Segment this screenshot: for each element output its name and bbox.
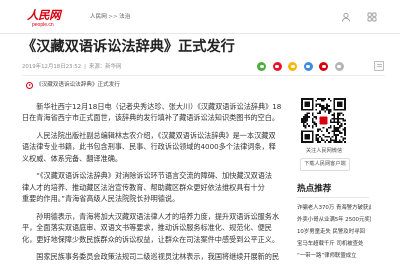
paragraph-line: 平，全面落实双语庭审、双语文书等要求，推动诉讼服务标准化、规范化、便民 <box>22 223 272 232</box>
qzone-icon[interactable] <box>288 62 297 71</box>
qr-finder <box>304 101 310 107</box>
header-divider <box>0 33 400 34</box>
audio-title: 《汉藏双语诉讼法辞典》正式发行 <box>36 82 120 88</box>
paragraph-line: 语法律专业书籍，此书包含刑事、民事、行政诉讼领域的4000多个法律词条，释 <box>22 142 276 151</box>
site-logo[interactable]: 人民网 people.cn <box>27 8 71 32</box>
paragraph-line: “《汉藏双语诉讼法辞典》对消除诉讼环节语言交流的障碍、加快藏汉双语法 <box>36 171 273 180</box>
source-label: 来源： <box>88 64 106 70</box>
app-download-button[interactable]: 下载人民网客户端 <box>300 158 350 171</box>
audio-play-icon[interactable] <box>26 82 33 89</box>
logo-wordmark: 人民网 <box>27 8 61 22</box>
audio-player[interactable]: 《汉藏双语诉讼法辞典》正式发行 <box>26 81 120 90</box>
breadcrumb-link[interactable]: 人民网 <box>90 14 107 20</box>
qr-logo <box>319 116 328 125</box>
hot-recommend-heading: 热点推荐 <box>297 184 332 194</box>
user-icon[interactable] <box>341 12 351 22</box>
breadcrumb: 人民网 >> 法治 <box>90 13 130 21</box>
meta-divider <box>22 75 385 76</box>
qq-icon[interactable] <box>303 62 313 71</box>
paragraph-line: 律人才的培养、推动藏区法治宣传教育、帮助藏区群众更好依法维权具有十分 <box>22 182 265 192</box>
article-paragraph: 国家民族事务委员会政策法规司二级巡视员沈林表示，我国将继续开展新的民 <box>22 251 288 263</box>
more-share-icon[interactable] <box>334 62 344 71</box>
hot-item-link[interactable]: 外卖小哥从业满5年 2500元奖励 <box>297 214 371 226</box>
qr-finder <box>304 134 310 140</box>
breadcrumb-link[interactable]: 法治 <box>119 14 130 20</box>
grid-icon[interactable] <box>367 12 377 22</box>
people-weibo-icon[interactable] <box>319 62 328 71</box>
grid-icon-graphic <box>367 12 377 22</box>
hot-item-link[interactable]: 10岁男童走失 民警及时寻回 <box>297 226 371 238</box>
article-paragraph: 人民法院出版社副总编辑林志农介绍，《汉藏双语诉讼法辞典》是一本汉藏双语法律专业书… <box>22 130 288 165</box>
paragraph-line: 国家民族事务委员会政策法规司二级巡视员沈林表示，我国将继续开展新的民 <box>36 252 280 261</box>
paragraph-line: 孙明德表示，青海将加大汉藏双语法律人才的培养力度，提升双语诉讼服务水 <box>36 211 280 221</box>
breadcrumb-separator: >> <box>108 14 118 20</box>
paragraph-line: 日在青海省西宁市正式面世，该辞典的发行填补了藏语诉讼法知识类图书的空白。 <box>22 113 280 122</box>
article-paragraph: 新华社西宁12月18日电（记者央秀达珍、张大川）《汉藏双语诉讼法辞典》18 日在青… <box>22 101 288 124</box>
hot-list: 诈骗老人370万 青海警方破获此案 外卖小哥从业满5年 2500元奖励 10岁男童走… <box>297 202 371 262</box>
wechat-icon[interactable] <box>257 62 266 71</box>
weibo-icon[interactable] <box>272 62 282 71</box>
qr-finder <box>337 101 343 107</box>
hot-item-link[interactable]: 诈骗老人370万 青海警方破获此案 <box>297 202 371 214</box>
paragraph-line: 重要的作用。”青海省高级人民法院院长孙明德说。 <box>22 194 180 203</box>
source-link[interactable]: 新华网 <box>105 64 121 70</box>
hot-item-link[interactable]: 宝马车超载千斤 司机被查处 <box>297 238 371 250</box>
hot-divider <box>297 197 369 198</box>
paragraph-line: 新华社西宁12月18日电（记者央秀达珍、张大川）《汉藏双语诉讼法辞典》18 <box>36 101 282 111</box>
qr-code[interactable] <box>301 98 346 143</box>
paragraph-line: 义权威、体系完备、翻译准确。 <box>22 153 122 163</box>
paragraph-line: 人民法院出版社副总编辑林志农介绍，《汉藏双语诉讼法辞典》是一本汉藏双 <box>36 130 276 140</box>
print-icon[interactable] <box>374 61 384 71</box>
qr-caption: 关注人民网微信 <box>305 148 343 154</box>
article-title: 《汉藏双语诉讼法辞典》正式发行 <box>22 39 235 55</box>
article-paragraph: 孙明德表示，青海将加大汉藏双语法律人才的培养力度，提升双语诉讼服务水平，全面落实… <box>22 211 288 246</box>
article-meta: 2019年12月18日23:52 | 来源：新华网 <box>22 63 121 71</box>
logo-domain: people.cn <box>32 22 54 28</box>
hot-item-link[interactable]: “一带一路”律师联盟成立 <box>297 250 371 262</box>
paragraph-line: 化，更好地保障少数民族群众的诉讼权益，让群众在司法案件中感受到公平正义。 <box>22 234 280 244</box>
user-icon-graphic <box>341 12 351 22</box>
article-page: 人民网 people.cn 人民网 >> 法治 《汉藏双语诉讼法辞典》正式发行 20… <box>0 0 400 266</box>
publish-time: 2019年12月18日23:52 <box>22 64 82 70</box>
article-body: 新华社西宁12月18日电（记者央秀达珍、张大川）《汉藏双语诉讼法辞典》18 日在青… <box>22 101 288 266</box>
meta-separator: | <box>84 64 86 70</box>
share-bar <box>257 62 344 71</box>
article-paragraph: “《汉藏双语诉讼法辞典》对消除诉讼环节语言交流的障碍、加快藏汉双语法律人才的培养… <box>22 170 288 205</box>
